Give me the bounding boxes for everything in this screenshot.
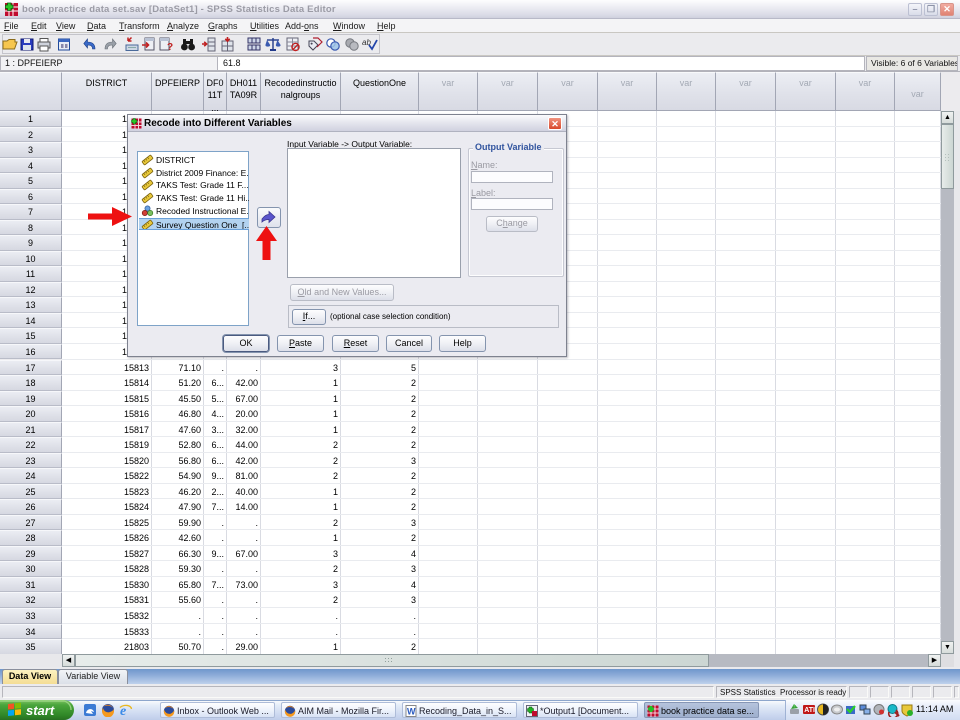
svg-text:W: W [407,707,416,717]
svg-text:start: start [26,703,55,718]
svg-text:ATI: ATI [804,707,815,714]
svg-text:?: ? [167,42,173,53]
